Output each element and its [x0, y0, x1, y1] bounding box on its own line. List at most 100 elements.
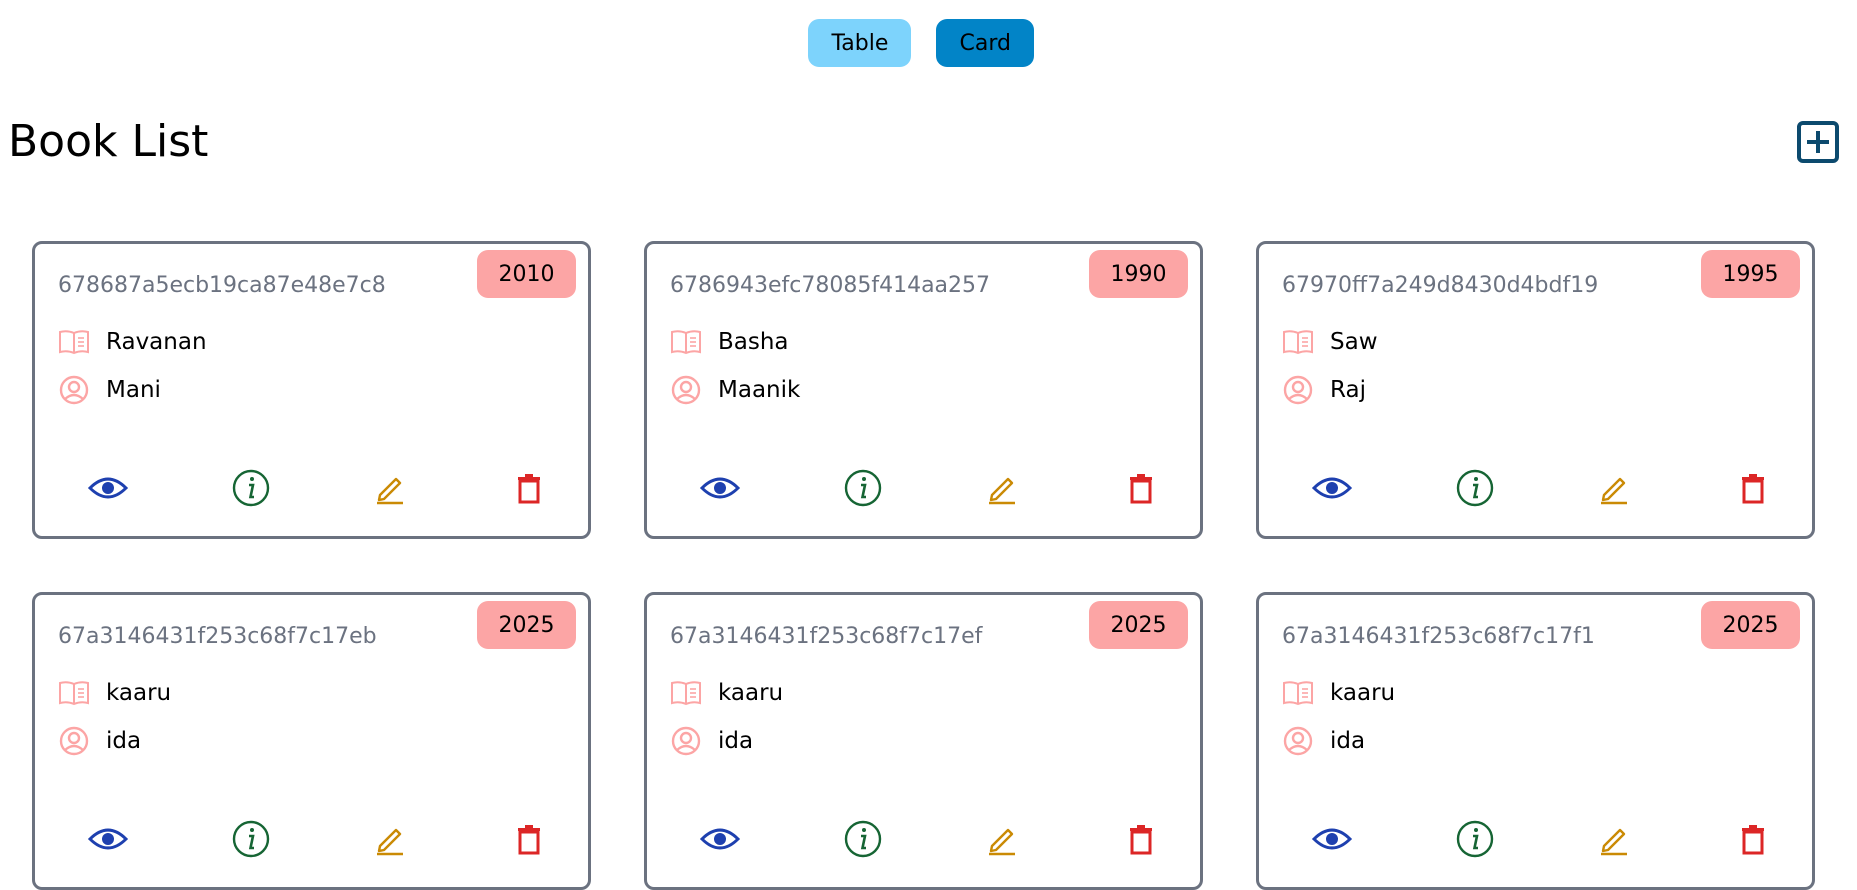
- card-actions: [35, 816, 588, 862]
- book-open-icon: [670, 326, 702, 358]
- year-badge: 2025: [477, 601, 576, 649]
- book-open-icon: [670, 677, 702, 709]
- info-button[interactable]: [1452, 465, 1498, 511]
- eye-icon: [1312, 477, 1352, 499]
- book-author-row: ida: [1282, 725, 1365, 757]
- book-author-row: ida: [670, 725, 753, 757]
- year-badge: 1990: [1089, 250, 1188, 298]
- info-circle-icon: [844, 469, 882, 507]
- book-author: Maanik: [718, 377, 801, 403]
- book-author: Raj: [1330, 377, 1366, 403]
- book-open-icon: [1282, 677, 1314, 709]
- book-author-row: ida: [58, 725, 141, 757]
- info-circle-icon: [1456, 820, 1494, 858]
- book-card: 1995 67970ff7a249d8430d4bdf19 Saw Raj: [1256, 241, 1815, 539]
- edit-button[interactable]: [367, 816, 413, 862]
- book-title: kaaru: [1330, 680, 1396, 706]
- info-button[interactable]: [1452, 816, 1498, 862]
- book-open-icon: [58, 326, 90, 358]
- edit-button[interactable]: [1591, 465, 1637, 511]
- user-circle-icon: [58, 725, 90, 757]
- book-title-row: kaaru: [58, 677, 171, 709]
- trash-icon: [1742, 825, 1764, 855]
- book-id: 678687a5ecb19ca87e48e7c8: [58, 273, 386, 298]
- view-button[interactable]: [85, 465, 131, 511]
- info-button[interactable]: [840, 465, 886, 511]
- eye-icon: [700, 828, 740, 850]
- book-title: Basha: [718, 329, 789, 355]
- eye-icon: [88, 477, 128, 499]
- info-button[interactable]: [228, 465, 274, 511]
- eye-icon: [1312, 828, 1352, 850]
- trash-icon: [518, 474, 540, 504]
- delete-button[interactable]: [506, 816, 552, 862]
- book-id: 67a3146431f253c68f7c17f1: [1282, 624, 1595, 649]
- year-badge: 1995: [1701, 250, 1800, 298]
- view-button[interactable]: [1309, 816, 1355, 862]
- page-title: Book List: [8, 116, 209, 167]
- view-button[interactable]: [697, 465, 743, 511]
- info-circle-icon: [232, 469, 270, 507]
- eye-icon: [88, 828, 128, 850]
- book-open-icon: [58, 677, 90, 709]
- info-button[interactable]: [840, 816, 886, 862]
- year-badge: 2025: [1089, 601, 1188, 649]
- user-circle-icon: [1282, 374, 1314, 406]
- book-author-row: Mani: [58, 374, 161, 406]
- table-view-button[interactable]: Table: [807, 19, 911, 67]
- book-title: kaaru: [106, 680, 172, 706]
- add-book-button[interactable]: [1797, 121, 1839, 163]
- trash-icon: [1130, 825, 1152, 855]
- trash-icon: [1742, 474, 1764, 504]
- info-circle-icon: [1456, 469, 1494, 507]
- card-view-button[interactable]: Card: [935, 19, 1034, 67]
- year-badge: 2025: [1701, 601, 1800, 649]
- book-title: Ravanan: [106, 329, 207, 355]
- book-id: 67a3146431f253c68f7c17eb: [58, 624, 377, 649]
- book-title-row: Basha: [670, 326, 789, 358]
- book-author-row: Maanik: [670, 374, 800, 406]
- delete-button[interactable]: [506, 465, 552, 511]
- book-card: 2010 678687a5ecb19ca87e48e7c8 Ravanan Ma…: [32, 241, 591, 539]
- book-card: 2025 67a3146431f253c68f7c17ef kaaru ida: [644, 592, 1203, 890]
- delete-button[interactable]: [1118, 465, 1164, 511]
- view-button[interactable]: [85, 816, 131, 862]
- eye-icon: [700, 477, 740, 499]
- book-author: ida: [106, 728, 142, 754]
- book-title: Saw: [1330, 329, 1378, 355]
- info-button[interactable]: [228, 816, 274, 862]
- view-button[interactable]: [1309, 465, 1355, 511]
- view-button[interactable]: [697, 816, 743, 862]
- edit-button[interactable]: [979, 816, 1025, 862]
- delete-button[interactable]: [1730, 816, 1776, 862]
- book-card: 1990 6786943efc78085f414aa257 Basha Maan…: [644, 241, 1203, 539]
- user-circle-icon: [1282, 725, 1314, 757]
- book-author: ida: [718, 728, 754, 754]
- card-actions: [35, 465, 588, 511]
- trash-icon: [518, 825, 540, 855]
- plus-square-icon: [1797, 121, 1839, 163]
- card-actions: [1259, 816, 1812, 862]
- delete-button[interactable]: [1730, 465, 1776, 511]
- book-open-icon: [1282, 326, 1314, 358]
- user-circle-icon: [670, 725, 702, 757]
- pencil-icon: [1601, 828, 1627, 856]
- book-card: 2025 67a3146431f253c68f7c17eb kaaru ida: [32, 592, 591, 890]
- book-title-row: kaaru: [1282, 677, 1395, 709]
- edit-button[interactable]: [367, 465, 413, 511]
- book-title-row: Ravanan: [58, 326, 207, 358]
- edit-button[interactable]: [1591, 816, 1637, 862]
- card-actions: [647, 465, 1200, 511]
- book-id: 6786943efc78085f414aa257: [670, 273, 991, 298]
- book-author: Mani: [106, 377, 161, 403]
- info-circle-icon: [232, 820, 270, 858]
- book-title-row: kaaru: [670, 677, 783, 709]
- edit-button[interactable]: [979, 465, 1025, 511]
- book-author-row: Raj: [1282, 374, 1366, 406]
- view-toggle: Table Card: [0, 19, 1857, 67]
- book-id: 67a3146431f253c68f7c17ef: [670, 624, 983, 649]
- delete-button[interactable]: [1118, 816, 1164, 862]
- pencil-icon: [989, 828, 1015, 856]
- pencil-icon: [989, 477, 1015, 505]
- book-title: kaaru: [718, 680, 784, 706]
